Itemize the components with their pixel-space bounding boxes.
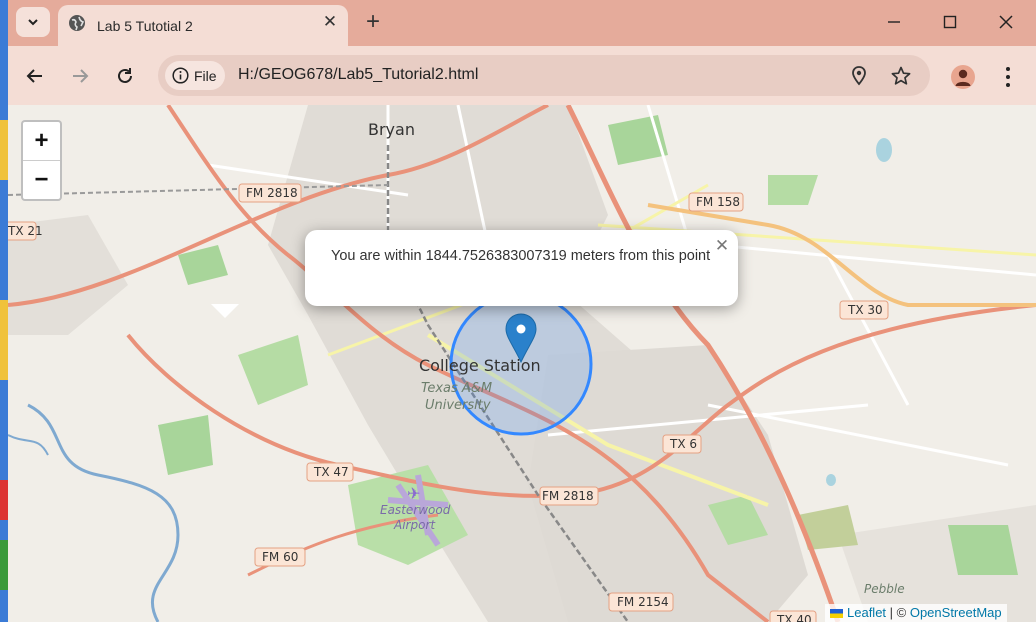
airport-line-2: Airport — [393, 518, 436, 532]
tab-title: Lab 5 Tutotial 2 — [97, 18, 193, 34]
university-line-2: University — [425, 398, 491, 413]
arrow-left-icon — [26, 69, 42, 83]
attribution-separator: | © — [886, 605, 910, 620]
pebble-label: Pebble — [864, 582, 905, 596]
map-tiles[interactable]: Bryan College Station Texas A&M Universit… — [8, 105, 1036, 622]
road-label-tx40: TX 40 — [776, 613, 812, 622]
popup-text: You are within 1844.7526383007319 meters… — [331, 248, 711, 264]
minimize-icon — [888, 21, 900, 23]
maximize-icon — [943, 15, 957, 29]
browser-menu-button[interactable] — [998, 64, 1018, 90]
popup-tip — [211, 304, 239, 318]
reload-icon — [118, 68, 132, 83]
forward-button[interactable] — [65, 61, 95, 91]
road-label-fm158: FM 158 — [696, 195, 740, 209]
road-label-fm60: FM 60 — [262, 550, 298, 564]
desktop-icon — [0, 300, 8, 380]
desktop-icon — [0, 480, 8, 520]
browser-toolbar: File H:/GEOG678/Lab5_Tutorial2.html — [8, 46, 1036, 105]
map-attribution: Leaflet | © OpenStreetMap — [825, 604, 1007, 622]
university-line-1: Texas A&M — [421, 381, 492, 396]
browser-tab[interactable]: Lab 5 Tutotial 2 ✕ — [58, 5, 348, 46]
leaflet-map[interactable]: Bryan College Station Texas A&M Universit… — [8, 105, 1036, 622]
road-label-tx21: TX 21 — [8, 224, 43, 238]
person-icon — [955, 69, 971, 86]
site-info-chip[interactable]: File — [165, 61, 225, 90]
reload-button[interactable] — [110, 61, 140, 91]
road-label-tx6: TX 6 — [669, 437, 697, 451]
location-pin-icon[interactable] — [848, 65, 870, 87]
new-tab-button[interactable]: + — [362, 9, 384, 35]
maximize-button[interactable] — [930, 8, 970, 36]
airport-line-1: Easterwood — [380, 503, 451, 517]
road-label-tx47: TX 47 — [313, 465, 349, 479]
desktop-icon — [0, 120, 8, 180]
popup-close-icon[interactable]: ✕ — [712, 236, 732, 256]
zoom-out-button[interactable]: − — [23, 161, 60, 199]
leaflet-link[interactable]: Leaflet — [847, 605, 886, 620]
openstreetmap-link[interactable]: OpenStreetMap — [910, 605, 1002, 620]
url-text[interactable]: H:/GEOG678/Lab5_Tutorial2.html — [238, 66, 478, 84]
road-label-fm2154: FM 2154 — [617, 595, 669, 609]
tab-search-button[interactable] — [16, 7, 50, 37]
info-icon — [172, 67, 189, 84]
zoom-in-button[interactable]: + — [23, 122, 60, 161]
close-icon — [999, 15, 1013, 29]
road-label-fm2818-south: FM 2818 — [542, 489, 594, 503]
desktop-edge — [0, 0, 8, 622]
globe-icon — [69, 15, 85, 31]
close-window-button[interactable] — [986, 8, 1026, 36]
file-label: File — [194, 68, 217, 84]
address-bar[interactable]: File H:/GEOG678/Lab5_Tutorial2.html — [158, 55, 930, 96]
road-label-tx30: TX 30 — [847, 303, 883, 317]
road-label-fm2818: FM 2818 — [246, 186, 298, 200]
airplane-icon: ✈ — [407, 486, 420, 503]
desktop-icon — [0, 540, 8, 590]
zoom-control: + − — [21, 120, 62, 201]
title-bar: Lab 5 Tutotial 2 ✕ + — [8, 0, 1036, 46]
close-tab-icon[interactable]: ✕ — [320, 12, 340, 32]
map-popup: You are within 1844.7526383007319 meters… — [305, 230, 738, 306]
minimize-button[interactable] — [874, 8, 914, 36]
bookmark-star-icon[interactable] — [890, 65, 912, 87]
bryan-label: Bryan — [368, 120, 415, 139]
back-button[interactable] — [20, 61, 50, 91]
kebab-menu-icon — [1006, 67, 1010, 87]
city-label: College Station — [419, 356, 541, 375]
profile-avatar[interactable] — [951, 65, 975, 89]
ukraine-flag-icon — [830, 609, 843, 619]
browser-window: Lab 5 Tutotial 2 ✕ + File H:/GEOG678/Lab… — [8, 0, 1036, 622]
chevron-down-icon — [28, 19, 38, 26]
arrow-right-icon — [73, 69, 89, 83]
